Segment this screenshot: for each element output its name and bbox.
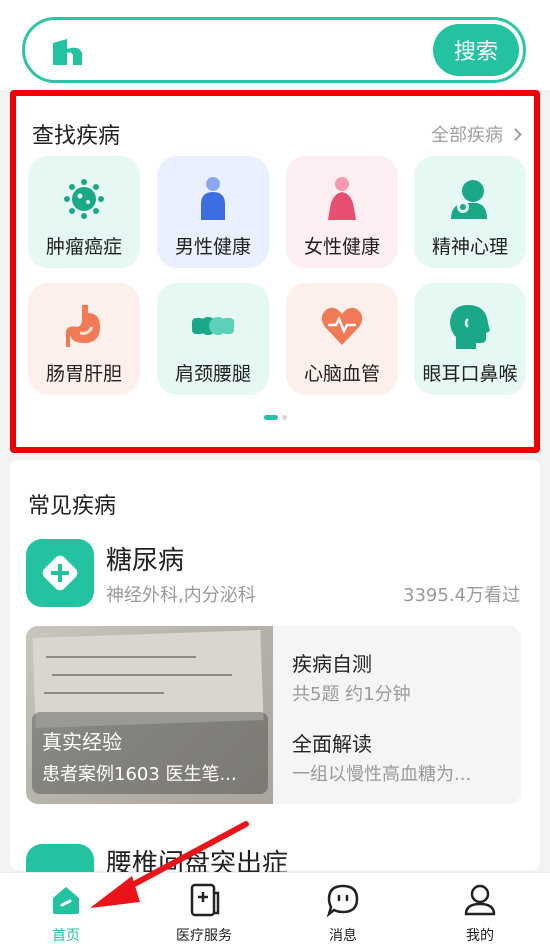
category-tumor[interactable]: 肿瘤癌症 [28,156,140,268]
selftest-title[interactable]: 疾病自测 [292,648,372,677]
nav-label: 我的 [466,928,494,944]
category-label: 男性健康 [174,236,251,258]
diabetes-icon[interactable] [26,539,94,607]
scribble-line [52,674,232,676]
nav-label: 医疗服务 [176,928,232,944]
search-header: 搜索 [0,0,550,90]
nav-profile[interactable]: 我的 [425,873,535,946]
category-label: 心脑血管 [303,363,380,385]
carousel-dot [282,415,287,420]
category-label: 女性健康 [303,236,380,258]
nav-home[interactable]: 首页 [11,873,121,946]
home-icon [49,883,83,917]
nav-label: 首页 [52,928,80,944]
stomach-icon [61,303,107,349]
head-icon [447,303,493,349]
find-disease-title: 查找疾病 [32,124,121,149]
category-label: 肠胃肝胆 [45,363,122,385]
category-mind[interactable]: 精神心理 [414,156,526,268]
virus-icon [61,176,107,222]
female-icon [319,176,365,222]
disease-name[interactable]: 糖尿病 [106,540,184,577]
bottom-nav: 首页 医疗服务 消息 我的 [0,872,550,946]
experience-title: 真实经验 [42,730,122,754]
find-disease-panel: 查找疾病 全部疾病 肿瘤癌症 男性健康 女性健康 精神心理 肠胃肝胆 肩颈腰腿 … [10,90,540,453]
chevron-right-icon [509,127,522,141]
search-button[interactable]: 搜索 [433,24,519,76]
category-label: 眼耳口鼻喉 [422,363,518,385]
category-stomach[interactable]: 肠胃肝胆 [28,283,140,395]
selftest-subtitle: 共5题 约1分钟 [292,684,411,705]
experience-subtitle: 患者案例1603 医生笔... [42,764,237,785]
disease-departments: 神经外科,内分泌科 [106,585,256,606]
nav-medical-service[interactable]: 医疗服务 [149,873,259,946]
next-disease-icon[interactable] [26,844,94,874]
common-diseases-section: 常见疾病 糖尿病 神经外科,内分泌科 3395.4万看过 真实经验 患者案例16… [10,460,540,879]
all-diseases-label: 全部疾病 [431,125,503,146]
category-label: 精神心理 [431,236,508,258]
profile-icon [463,883,497,917]
category-female[interactable]: 女性健康 [286,156,398,268]
carousel-indicator [264,415,287,421]
heart-icon [319,303,365,349]
h-logo-icon [53,39,82,65]
search-bar[interactable]: 搜索 [22,17,526,83]
category-heart[interactable]: 心脑血管 [286,283,398,395]
medical-service-icon [187,883,221,917]
carousel-dot-active [264,415,278,420]
interpret-subtitle: 一组以慢性高血糖为... [292,764,472,785]
interpret-title[interactable]: 全面解读 [292,728,372,757]
category-label: 肿瘤癌症 [45,236,122,258]
common-diseases-title: 常见疾病 [28,494,117,519]
experience-overlay: 真实经验 患者案例1603 医生笔... [32,712,268,794]
nav-label: 消息 [329,928,357,944]
bones-icon [190,303,236,349]
all-diseases-link[interactable]: 全部疾病 [431,121,522,147]
category-male[interactable]: 男性健康 [157,156,269,268]
scribble-line [44,692,164,694]
category-label: 肩颈腰腿 [174,363,251,385]
scribble-line [46,656,196,658]
experience-photo[interactable]: 真实经验 患者案例1603 医生笔... [26,626,273,804]
disease-views: 3395.4万看过 [403,585,520,606]
category-head[interactable]: 眼耳口鼻喉 [414,283,526,395]
category-bones[interactable]: 肩颈腰腿 [157,283,269,395]
mind-icon [447,176,493,222]
message-icon [326,883,360,917]
nav-messages[interactable]: 消息 [288,873,398,946]
male-icon [190,176,236,222]
disease-info-card: 真实经验 患者案例1603 医生笔... 疾病自测 共5题 约1分钟 全面解读 … [26,626,521,804]
